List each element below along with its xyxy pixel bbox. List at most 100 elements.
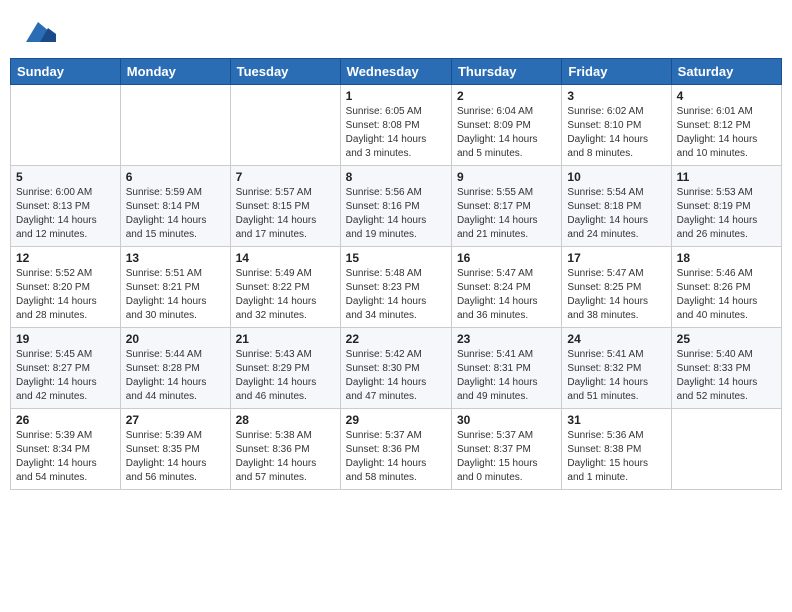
weekday-header-wednesday: Wednesday: [340, 59, 451, 85]
calendar-cell: 5 Sunrise: 6:00 AMSunset: 8:13 PMDaylight…: [11, 166, 121, 247]
day-info: Sunrise: 5:47 AMSunset: 8:25 PMDaylight:…: [567, 267, 665, 323]
day-number: 5: [16, 170, 115, 184]
calendar-cell: 9 Sunrise: 5:55 AMSunset: 8:17 PMDaylight…: [451, 166, 561, 247]
day-number: 1: [346, 89, 446, 103]
day-number: 8: [346, 170, 446, 184]
day-number: 31: [567, 413, 665, 427]
day-number: 9: [457, 170, 556, 184]
calendar-cell: 22 Sunrise: 5:42 AMSunset: 8:30 PMDayligh…: [340, 328, 451, 409]
calendar-cell: 31 Sunrise: 5:36 AMSunset: 8:38 PMDayligh…: [562, 409, 671, 490]
weekday-header-monday: Monday: [120, 59, 230, 85]
logo: [20, 18, 58, 48]
day-info: Sunrise: 6:05 AMSunset: 8:08 PMDaylight:…: [346, 105, 446, 161]
day-info: Sunrise: 5:37 AMSunset: 8:37 PMDaylight:…: [457, 429, 556, 485]
day-info: Sunrise: 5:42 AMSunset: 8:30 PMDaylight:…: [346, 348, 446, 404]
day-number: 13: [126, 251, 225, 265]
day-info: Sunrise: 5:37 AMSunset: 8:36 PMDaylight:…: [346, 429, 446, 485]
day-info: Sunrise: 5:53 AMSunset: 8:19 PMDaylight:…: [677, 186, 776, 242]
calendar-cell: 29 Sunrise: 5:37 AMSunset: 8:36 PMDayligh…: [340, 409, 451, 490]
day-number: 4: [677, 89, 776, 103]
calendar-cell: 10 Sunrise: 5:54 AMSunset: 8:18 PMDayligh…: [562, 166, 671, 247]
day-info: Sunrise: 5:44 AMSunset: 8:28 PMDaylight:…: [126, 348, 225, 404]
day-info: Sunrise: 5:57 AMSunset: 8:15 PMDaylight:…: [236, 186, 335, 242]
day-number: 17: [567, 251, 665, 265]
calendar-cell: 27 Sunrise: 5:39 AMSunset: 8:35 PMDayligh…: [120, 409, 230, 490]
calendar-cell: 14 Sunrise: 5:49 AMSunset: 8:22 PMDayligh…: [230, 247, 340, 328]
day-number: 25: [677, 332, 776, 346]
calendar-cell: 26 Sunrise: 5:39 AMSunset: 8:34 PMDayligh…: [11, 409, 121, 490]
calendar-cell: 8Sunrise: 5:56 AMSunset: 8:16 PMDaylight…: [340, 166, 451, 247]
day-info: Sunrise: 5:40 AMSunset: 8:33 PMDaylight:…: [677, 348, 776, 404]
calendar-cell: 16 Sunrise: 5:47 AMSunset: 8:24 PMDayligh…: [451, 247, 561, 328]
day-info: Sunrise: 5:39 AMSunset: 8:34 PMDaylight:…: [16, 429, 115, 485]
calendar-cell: 18 Sunrise: 5:46 AMSunset: 8:26 PMDayligh…: [671, 247, 781, 328]
day-info: Sunrise: 5:52 AMSunset: 8:20 PMDaylight:…: [16, 267, 115, 323]
day-info: Sunrise: 5:51 AMSunset: 8:21 PMDaylight:…: [126, 267, 225, 323]
calendar-cell: 1 Sunrise: 6:05 AMSunset: 8:08 PMDaylight…: [340, 85, 451, 166]
day-info: Sunrise: 5:59 AMSunset: 8:14 PMDaylight:…: [126, 186, 225, 242]
day-info: Sunrise: 5:54 AMSunset: 8:18 PMDaylight:…: [567, 186, 665, 242]
weekday-header-tuesday: Tuesday: [230, 59, 340, 85]
day-number: 6: [126, 170, 225, 184]
day-number: 18: [677, 251, 776, 265]
calendar-cell: 13 Sunrise: 5:51 AMSunset: 8:21 PMDayligh…: [120, 247, 230, 328]
calendar-week-row: 1 Sunrise: 6:05 AMSunset: 8:08 PMDaylight…: [11, 85, 782, 166]
calendar-table: SundayMondayTuesdayWednesdayThursdayFrid…: [10, 58, 782, 490]
weekday-header-saturday: Saturday: [671, 59, 781, 85]
calendar-cell: [11, 85, 121, 166]
day-number: 22: [346, 332, 446, 346]
calendar-week-row: 12 Sunrise: 5:52 AMSunset: 8:20 PMDayligh…: [11, 247, 782, 328]
calendar-cell: 15 Sunrise: 5:48 AMSunset: 8:23 PMDayligh…: [340, 247, 451, 328]
calendar-week-row: 19Sunrise: 5:45 AMSunset: 8:27 PMDayligh…: [11, 328, 782, 409]
calendar-cell: 19Sunrise: 5:45 AMSunset: 8:27 PMDayligh…: [11, 328, 121, 409]
day-number: 19: [16, 332, 115, 346]
day-number: 23: [457, 332, 556, 346]
weekday-header-friday: Friday: [562, 59, 671, 85]
day-info: Sunrise: 5:41 AMSunset: 8:31 PMDaylight:…: [457, 348, 556, 404]
day-number: 14: [236, 251, 335, 265]
weekday-header-sunday: Sunday: [11, 59, 121, 85]
day-number: 20: [126, 332, 225, 346]
calendar-cell: 6 Sunrise: 5:59 AMSunset: 8:14 PMDaylight…: [120, 166, 230, 247]
day-number: 11: [677, 170, 776, 184]
calendar-cell: 2 Sunrise: 6:04 AMSunset: 8:09 PMDaylight…: [451, 85, 561, 166]
calendar-cell: 28 Sunrise: 5:38 AMSunset: 8:36 PMDayligh…: [230, 409, 340, 490]
day-info: Sunrise: 6:01 AMSunset: 8:12 PMDaylight:…: [677, 105, 776, 161]
day-number: 26: [16, 413, 115, 427]
calendar-cell: 11 Sunrise: 5:53 AMSunset: 8:19 PMDayligh…: [671, 166, 781, 247]
day-number: 12: [16, 251, 115, 265]
day-number: 7: [236, 170, 335, 184]
day-number: 27: [126, 413, 225, 427]
day-info: Sunrise: 5:38 AMSunset: 8:36 PMDaylight:…: [236, 429, 335, 485]
day-info: Sunrise: 5:47 AMSunset: 8:24 PMDaylight:…: [457, 267, 556, 323]
calendar-cell: 20 Sunrise: 5:44 AMSunset: 8:28 PMDayligh…: [120, 328, 230, 409]
day-info: Sunrise: 5:46 AMSunset: 8:26 PMDaylight:…: [677, 267, 776, 323]
day-info: Sunrise: 5:48 AMSunset: 8:23 PMDaylight:…: [346, 267, 446, 323]
day-info: Sunrise: 5:43 AMSunset: 8:29 PMDaylight:…: [236, 348, 335, 404]
day-number: 30: [457, 413, 556, 427]
day-number: 29: [346, 413, 446, 427]
day-info: Sunrise: 5:49 AMSunset: 8:22 PMDaylight:…: [236, 267, 335, 323]
calendar-cell: 3Sunrise: 6:02 AMSunset: 8:10 PMDaylight…: [562, 85, 671, 166]
calendar-cell: 23 Sunrise: 5:41 AMSunset: 8:31 PMDayligh…: [451, 328, 561, 409]
day-info: Sunrise: 5:55 AMSunset: 8:17 PMDaylight:…: [457, 186, 556, 242]
day-number: 24: [567, 332, 665, 346]
day-number: 21: [236, 332, 335, 346]
calendar-week-row: 26 Sunrise: 5:39 AMSunset: 8:34 PMDayligh…: [11, 409, 782, 490]
day-number: 28: [236, 413, 335, 427]
calendar-cell: 17 Sunrise: 5:47 AMSunset: 8:25 PMDayligh…: [562, 247, 671, 328]
day-info: Sunrise: 5:36 AMSunset: 8:38 PMDaylight:…: [567, 429, 665, 485]
day-number: 10: [567, 170, 665, 184]
calendar-cell: [230, 85, 340, 166]
day-info: Sunrise: 6:02 AMSunset: 8:10 PMDaylight:…: [567, 105, 665, 161]
day-info: Sunrise: 6:04 AMSunset: 8:09 PMDaylight:…: [457, 105, 556, 161]
logo-icon: [20, 18, 56, 48]
calendar-cell: 4 Sunrise: 6:01 AMSunset: 8:12 PMDaylight…: [671, 85, 781, 166]
day-number: 15: [346, 251, 446, 265]
day-info: Sunrise: 6:00 AMSunset: 8:13 PMDaylight:…: [16, 186, 115, 242]
day-number: 2: [457, 89, 556, 103]
calendar-cell: 24Sunrise: 5:41 AMSunset: 8:32 PMDayligh…: [562, 328, 671, 409]
day-number: 16: [457, 251, 556, 265]
day-info: Sunrise: 5:39 AMSunset: 8:35 PMDaylight:…: [126, 429, 225, 485]
weekday-header-thursday: Thursday: [451, 59, 561, 85]
